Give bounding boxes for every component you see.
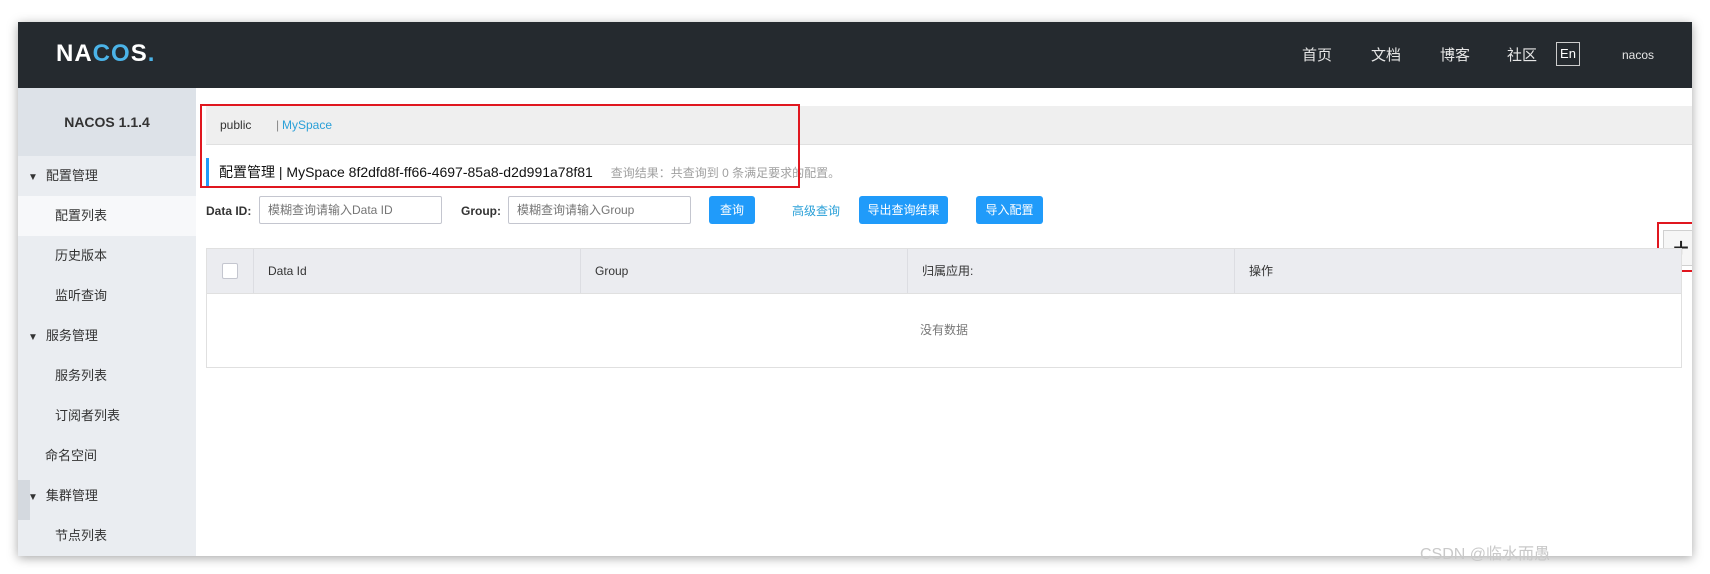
nav-home[interactable]: 首页 [1302,44,1332,65]
main-content: public | MySpace 配置管理 | MySpace 8f2dfd8f… [196,88,1692,556]
sidebar-item-namespace[interactable]: 命名空间 [18,436,196,476]
config-table: Data Id Group 归属应用: 操作 没有数据 [206,248,1682,368]
sidebar-group-cluster[interactable]: ▼ 集群管理 [18,476,196,516]
top-navbar: NACOS. 首页 文档 博客 社区 En nacos [18,22,1692,88]
nav-docs[interactable]: 文档 [1371,44,1401,65]
caret-down-icon: ▼ [28,492,38,503]
caret-down-icon: ▼ [28,172,38,183]
table-header: Data Id Group 归属应用: 操作 [207,249,1681,294]
group-input[interactable] [508,196,691,224]
import-config-button[interactable]: 导入配置 [976,196,1043,224]
sidebar-item-history[interactable]: 历史版本 [18,236,196,276]
column-header-app[interactable]: 归属应用: [907,249,1234,293]
watermark: CSDN @临水而愚 [1420,546,1551,563]
sidebar-item-node-list[interactable]: 节点列表 [18,516,196,556]
sidebar-item-listener-query[interactable]: 监听查询 [18,276,196,316]
nacos-logo[interactable]: NACOS. [56,40,155,68]
query-button[interactable]: 查询 [709,196,755,224]
data-id-label: Data ID: [206,204,252,218]
nav-community[interactable]: 社区 [1507,44,1537,65]
column-header-data-id[interactable]: Data Id [253,249,580,293]
data-id-input[interactable] [259,196,442,224]
caret-down-icon: ▼ [28,332,38,343]
sidebar: NACOS 1.1.4 ▼ 配置管理 配置列表 历史版本 监听查询 ▼ 服务管理 服… [18,88,196,556]
user-name[interactable]: nacos [1622,48,1654,62]
sidebar-group-config[interactable]: ▼ 配置管理 [18,156,196,196]
column-header-actions[interactable]: 操作 [1234,249,1681,293]
highlight-box-namespace [200,104,800,188]
group-label: Group: [461,204,501,218]
select-all-checkbox[interactable] [222,263,238,279]
column-header-group[interactable]: Group [580,249,907,293]
advanced-query-link[interactable]: 高级查询 [792,196,840,226]
sidebar-item-service-list[interactable]: 服务列表 [18,356,196,396]
sidebar-title: NACOS 1.1.4 [18,88,196,156]
sidebar-group-service[interactable]: ▼ 服务管理 [18,316,196,356]
sidebar-item-config-list[interactable]: 配置列表 [18,196,196,236]
sidebar-item-subscriber-list[interactable]: 订阅者列表 [18,396,196,436]
nav-blog[interactable]: 博客 [1440,44,1470,65]
export-results-button[interactable]: 导出查询结果 [859,196,948,224]
filter-bar: Data ID: Group: 查询 高级查询 导出查询结果 导入配置 [206,196,1692,226]
language-toggle-button[interactable]: En [1556,42,1580,66]
empty-state-text: 没有数据 [919,323,968,337]
app-window: NACOS. 首页 文档 博客 社区 En nacos NACOS 1.1.4 … [18,22,1692,556]
